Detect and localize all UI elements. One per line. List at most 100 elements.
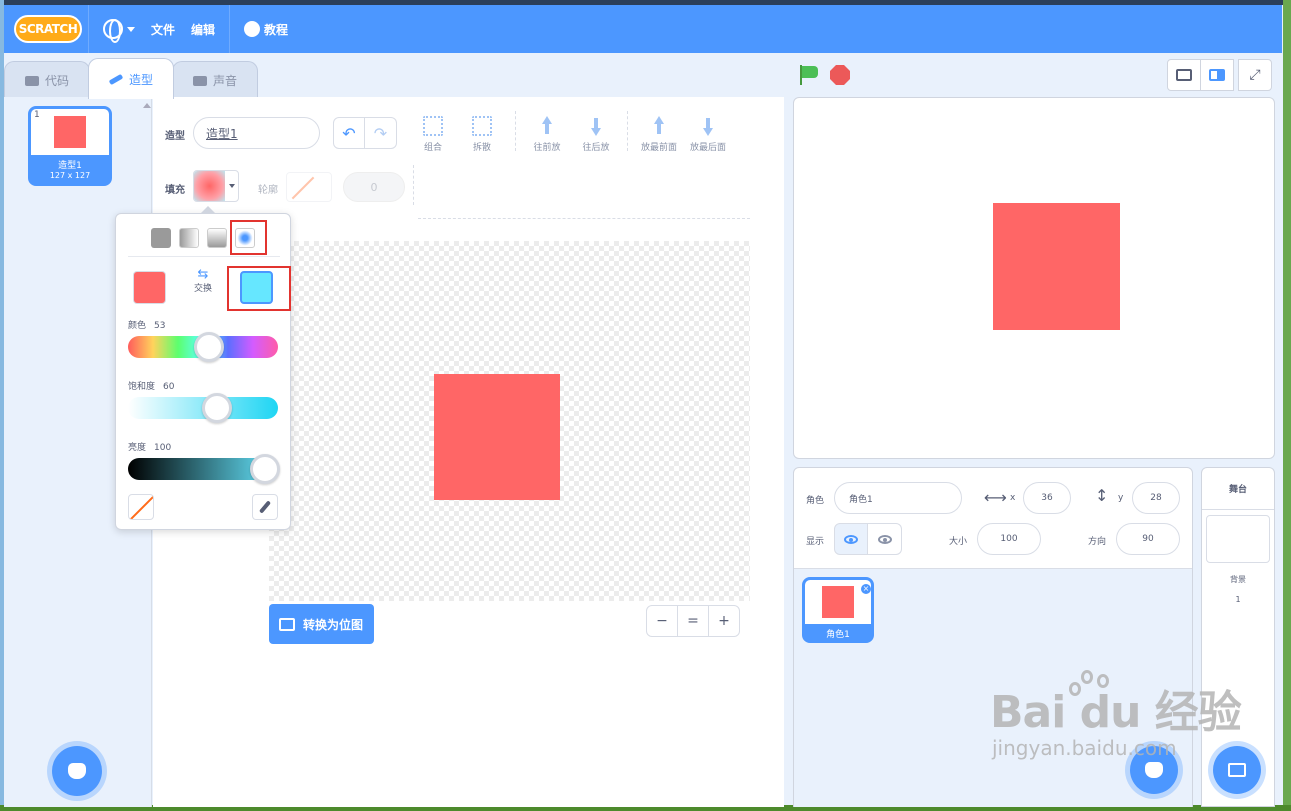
- costume-name-label: 造型: [165, 131, 185, 142]
- send-to-back-icon: [698, 116, 718, 136]
- redo-button[interactable]: ↷: [365, 117, 397, 149]
- primary-color-swatch[interactable]: [133, 271, 166, 304]
- stage-canvas[interactable]: [793, 97, 1275, 459]
- swap-colors-button[interactable]: ⇆ 交换: [188, 267, 218, 294]
- window-frame-right: [1283, 0, 1291, 811]
- outline-color-button[interactable]: [286, 172, 332, 202]
- group-icon: [423, 116, 443, 136]
- fill-color-preview: [194, 171, 226, 201]
- small-stage-button[interactable]: [1167, 59, 1201, 91]
- y-input[interactable]: 28: [1132, 482, 1180, 514]
- vertical-gradient-option[interactable]: [207, 228, 227, 248]
- x-input[interactable]: 36: [1023, 482, 1071, 514]
- zoom-controls: − = +: [646, 605, 740, 637]
- convert-label: 转换为位图: [303, 617, 364, 632]
- redo-icon: ↷: [373, 123, 388, 143]
- sprite-tile[interactable]: 角色1 ×: [802, 577, 874, 643]
- undo-icon: ↶: [342, 123, 356, 143]
- toolbar-divider: [418, 218, 750, 219]
- stop-button[interactable]: [830, 65, 850, 85]
- zoom-reset-icon: =: [687, 613, 699, 629]
- scratch-logo[interactable]: SCRATCH: [14, 15, 82, 43]
- ungroup-button[interactable]: 拆散: [460, 116, 504, 153]
- sprite-name-input[interactable]: 角色1: [834, 482, 962, 514]
- file-menu[interactable]: 文件: [143, 5, 183, 53]
- stage-title: 舞台: [1202, 468, 1274, 510]
- x-label: x: [1010, 493, 1016, 503]
- costume-tile[interactable]: 1 造型1 127 x 127: [28, 106, 112, 186]
- fill-color-button[interactable]: [193, 170, 239, 202]
- costume-name-input[interactable]: 造型1: [193, 117, 320, 149]
- speaker-icon: [193, 75, 208, 86]
- arrow-down-icon: [586, 116, 606, 136]
- green-flag-button[interactable]: [798, 65, 820, 85]
- flag-cloth: [802, 66, 818, 78]
- hue-label: 颜色 53: [128, 318, 165, 331]
- editor-tabs: 代码 造型 声音: [4, 58, 259, 99]
- scroll-up-icon[interactable]: [143, 103, 151, 108]
- language-menu[interactable]: [95, 5, 143, 53]
- eye-off-icon: [877, 534, 892, 544]
- zoom-out-button[interactable]: −: [646, 605, 678, 637]
- outline-none-preview: [287, 173, 319, 201]
- convert-to-bitmap-button[interactable]: 转换为位图: [269, 604, 374, 644]
- delete-sprite-button[interactable]: ×: [860, 583, 871, 595]
- fullscreen-button[interactable]: ⤢: [1238, 59, 1272, 91]
- hue-slider[interactable]: [128, 332, 278, 362]
- group-button[interactable]: 组合: [411, 116, 455, 153]
- show-sprite-button[interactable]: [834, 523, 868, 555]
- no-color-button[interactable]: [128, 494, 154, 520]
- undo-button[interactable]: ↶: [333, 117, 365, 149]
- tutorials-menu[interactable]: 教程: [236, 5, 296, 53]
- image-icon: [1228, 763, 1246, 777]
- hue-slider-handle[interactable]: [194, 332, 224, 362]
- brightness-label: 亮度 100: [128, 440, 171, 453]
- horizontal-gradient-option[interactable]: [179, 228, 199, 248]
- brightness-slider-handle[interactable]: [250, 454, 280, 484]
- eye-icon: [844, 534, 858, 544]
- stage-sprite[interactable]: [993, 203, 1120, 330]
- choose-costume-button[interactable]: [52, 746, 102, 796]
- outline-width-input[interactable]: 0: [343, 172, 405, 202]
- direction-input[interactable]: 90: [1116, 523, 1180, 555]
- paint-canvas[interactable]: [269, 241, 750, 601]
- costume-preview-shape: [54, 116, 86, 148]
- swap-arrows-icon: ⇆: [197, 267, 209, 282]
- costume-number: 1: [34, 110, 40, 120]
- tab-costumes[interactable]: 造型: [88, 58, 175, 99]
- paintbrush-icon: [108, 73, 124, 85]
- forward-label: 往前放: [533, 143, 561, 153]
- eyedropper-button[interactable]: [252, 494, 278, 520]
- canvas-rectangle[interactable]: [434, 374, 560, 500]
- zoom-in-button[interactable]: +: [708, 605, 740, 637]
- hide-sprite-button[interactable]: [868, 523, 902, 555]
- normal-stage-icon: [1209, 69, 1225, 81]
- backward-label: 往后放: [582, 143, 610, 153]
- ungroup-label: 拆散: [472, 143, 491, 153]
- fill-dropdown[interactable]: [225, 171, 238, 201]
- costume-thumbnail: 1: [31, 109, 109, 155]
- edit-menu[interactable]: 编辑: [183, 5, 223, 53]
- code-blocks-icon: [25, 75, 39, 86]
- saturation-slider-handle[interactable]: [202, 393, 232, 423]
- bring-to-front-icon: [649, 116, 669, 136]
- backdrop-thumbnail[interactable]: [1206, 515, 1270, 563]
- bring-to-front-button[interactable]: 放最前面: [637, 116, 681, 153]
- cat-icon: [1145, 762, 1163, 778]
- tab-sounds[interactable]: 声音: [172, 61, 259, 99]
- saturation-label: 饱和度 60: [128, 379, 174, 392]
- brightness-slider[interactable]: [128, 454, 280, 484]
- tab-code[interactable]: 代码: [4, 61, 91, 99]
- menu-bar: SCRATCH 文件 编辑 教程: [4, 5, 1282, 53]
- backward-button[interactable]: 往后放: [574, 116, 618, 153]
- size-input[interactable]: 100: [977, 523, 1041, 555]
- solid-fill-option[interactable]: [151, 228, 171, 248]
- saturation-slider[interactable]: [128, 393, 278, 423]
- tab-label: 声音: [213, 74, 238, 88]
- menu-separator: [88, 5, 89, 53]
- cat-icon: [68, 763, 86, 779]
- zoom-reset-button[interactable]: =: [677, 605, 709, 637]
- normal-stage-button[interactable]: [1200, 59, 1234, 91]
- send-to-back-button[interactable]: 放最后面: [686, 116, 730, 153]
- forward-button[interactable]: 往前放: [525, 116, 569, 153]
